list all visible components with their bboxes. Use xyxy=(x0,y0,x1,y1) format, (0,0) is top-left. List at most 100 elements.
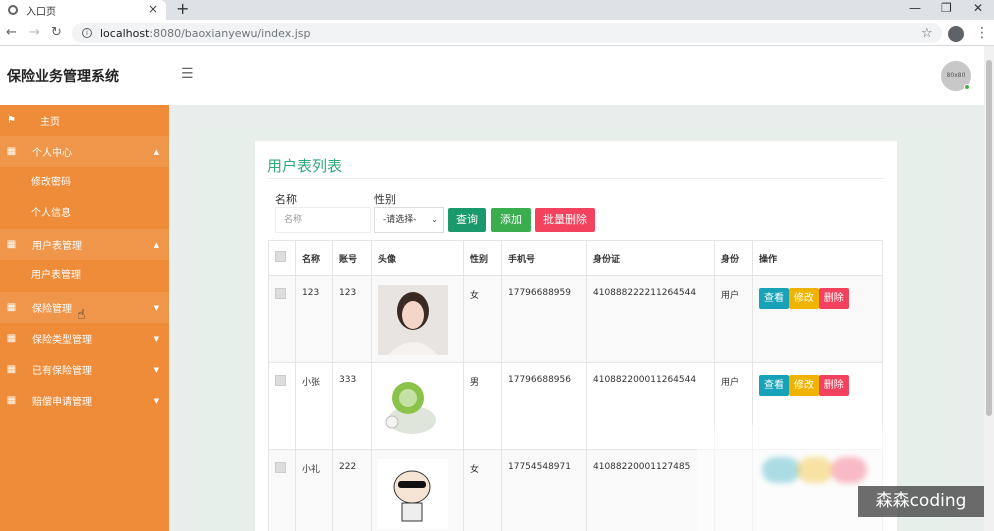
col-id-card: 身份证 xyxy=(586,240,715,276)
select-all-checkbox[interactable] xyxy=(275,251,286,262)
row-select-cell xyxy=(268,362,296,450)
col-actions: 操作 xyxy=(752,240,883,276)
grid-icon: ▦ xyxy=(6,239,17,250)
app-brand: 保险业务管理系统 xyxy=(7,69,119,85)
sidebar-item-home[interactable]: ⚑ 主页 xyxy=(0,105,169,136)
url-path: :8080/baoxianyewu/index.jsp xyxy=(149,26,311,40)
add-button[interactable]: 添加 xyxy=(491,208,531,232)
table-row: 123 123 女 17796688959 410888222211264544… xyxy=(268,275,883,363)
browser-tab[interactable]: 入口页 × xyxy=(0,0,166,20)
col-phone: 手机号 xyxy=(501,240,587,276)
cell-name: 123 xyxy=(295,275,333,363)
tab-close-icon[interactable]: × xyxy=(148,2,158,16)
col-name: 名称 xyxy=(295,240,333,276)
sidebar-item-label: 赔偿申请管理 xyxy=(32,397,92,408)
address-bar: ← → ↻ i localhost :8080/baoxianyewu/inde… xyxy=(0,20,994,46)
delete-button[interactable]: 删除 xyxy=(818,375,849,396)
grid-icon: ▦ xyxy=(6,333,17,344)
col-role: 身份 xyxy=(714,240,753,276)
cell-account: 222 xyxy=(332,449,372,531)
sidebar-item-label: 保险管理 xyxy=(32,304,72,315)
chevron-down-icon: ▼ xyxy=(153,365,159,374)
avatar[interactable]: 80x80 xyxy=(941,61,971,91)
row-checkbox[interactable] xyxy=(275,288,286,299)
cell-phone: 17796688959 xyxy=(501,275,587,363)
chevron-down-icon: ▼ xyxy=(153,334,159,343)
cell-avatar xyxy=(371,449,464,531)
grid-icon: ▦ xyxy=(6,395,17,406)
bookmark-star-icon[interactable]: ☆ xyxy=(921,26,933,41)
blurred-edit-button xyxy=(797,457,833,483)
view-button[interactable]: 查看 xyxy=(759,375,789,396)
name-search-input[interactable]: 名称 xyxy=(275,207,371,233)
minimize-icon[interactable]: — xyxy=(909,0,921,16)
sidebar-item-personal-center[interactable]: ▦ 个人中心 ▲ xyxy=(0,136,169,167)
browser-menu-icon[interactable]: ⋮ xyxy=(975,25,989,41)
cell-account: 123 xyxy=(332,275,372,363)
sidebar-subitem-personal-info[interactable]: 个人信息 xyxy=(31,198,71,229)
view-button[interactable]: 查看 xyxy=(759,288,789,309)
restore-icon[interactable]: ❐ xyxy=(941,0,952,16)
cell-gender: 男 xyxy=(463,362,502,450)
info-icon[interactable]: i xyxy=(82,28,92,38)
user-photo xyxy=(378,459,448,529)
scrollbar-thumb[interactable] xyxy=(986,60,992,416)
cell-id-card: 410888222211264544 xyxy=(586,275,715,363)
edit-button[interactable]: 修改 xyxy=(788,375,819,396)
avatar-text: 80x80 xyxy=(946,72,966,79)
gender-select[interactable]: -请选择- ⌄ xyxy=(374,207,444,233)
sidebar-subitem-change-password[interactable]: 修改密码 xyxy=(31,167,71,198)
name-label: 名称 xyxy=(275,193,297,206)
sidebar-item-owned-insurance-mgmt[interactable]: ▦ 已有保险管理 ▼ xyxy=(0,354,169,385)
sidebar-item-label: 用户表管理 xyxy=(32,241,82,252)
select-all-cell xyxy=(268,240,296,276)
sidebar-item-user-table-mgmt[interactable]: ▦ 用户表管理 ▲ xyxy=(0,229,169,260)
reload-icon[interactable]: ↻ xyxy=(51,25,62,40)
delete-button[interactable]: 删除 xyxy=(818,288,849,309)
forward-icon[interactable]: → xyxy=(29,25,40,40)
edit-button[interactable]: 修改 xyxy=(788,288,819,309)
grid-icon: ▦ xyxy=(6,146,17,157)
menu-toggle-icon[interactable]: ☰ xyxy=(181,66,194,82)
table-header-row: 名称 账号 头像 性别 手机号 身份证 身份 操作 xyxy=(268,240,883,276)
chevron-down-icon: ▼ xyxy=(153,396,159,405)
cell-role: 用户 xyxy=(714,275,753,363)
row-checkbox[interactable] xyxy=(275,375,286,386)
window-close-icon[interactable]: ✕ xyxy=(973,0,983,16)
profile-icon[interactable] xyxy=(948,26,964,42)
cell-id-card: 410882200011264544 xyxy=(586,362,715,450)
sidebar-subitem-user-table-mgmt[interactable]: 用户表管理 xyxy=(31,260,81,291)
cell-avatar xyxy=(371,275,464,363)
query-button[interactable]: 查询 xyxy=(448,208,486,232)
globe-icon xyxy=(8,5,18,15)
chevron-down-icon: ▼ xyxy=(153,303,159,312)
sidebar-item-label: 已有保险管理 xyxy=(32,366,92,377)
user-photo xyxy=(378,285,448,355)
col-gender: 性别 xyxy=(463,240,502,276)
new-tab-icon[interactable]: + xyxy=(176,0,189,18)
back-icon[interactable]: ← xyxy=(6,25,17,40)
row-checkbox[interactable] xyxy=(275,462,286,473)
gender-label: 性别 xyxy=(374,193,396,206)
cell-phone: 17754548971 xyxy=(501,449,587,531)
blurred-view-button xyxy=(762,457,800,483)
cell-actions: 查看 修改 删除 xyxy=(752,275,883,363)
batch-delete-button[interactable]: 批量删除 xyxy=(535,208,595,232)
col-avatar: 头像 xyxy=(371,240,464,276)
watermark: 森森coding xyxy=(858,486,984,517)
sidebar-item-label: 主页 xyxy=(40,117,60,128)
url-field[interactable]: i localhost :8080/baoxianyewu/index.jsp xyxy=(72,23,942,43)
cell-name: 小张 xyxy=(295,362,333,450)
hand-cursor-icon: ☝ xyxy=(77,307,86,323)
flag-icon: ⚑ xyxy=(7,115,16,126)
app-header: 保险业务管理系统 ☰ 80x80 xyxy=(0,46,984,105)
sidebar-item-claim-request-mgmt[interactable]: ▦ 赔偿申请管理 ▼ xyxy=(0,385,169,416)
tab-title: 入口页 xyxy=(26,6,56,18)
url-host: localhost xyxy=(100,26,150,40)
row-select-cell xyxy=(268,275,296,363)
blurred-delete-button xyxy=(831,457,867,483)
title-divider xyxy=(267,178,885,179)
online-status-dot xyxy=(964,84,970,90)
sidebar-item-label: 个人中心 xyxy=(32,148,72,159)
sidebar-item-insurance-type-mgmt[interactable]: ▦ 保险类型管理 ▼ xyxy=(0,323,169,354)
